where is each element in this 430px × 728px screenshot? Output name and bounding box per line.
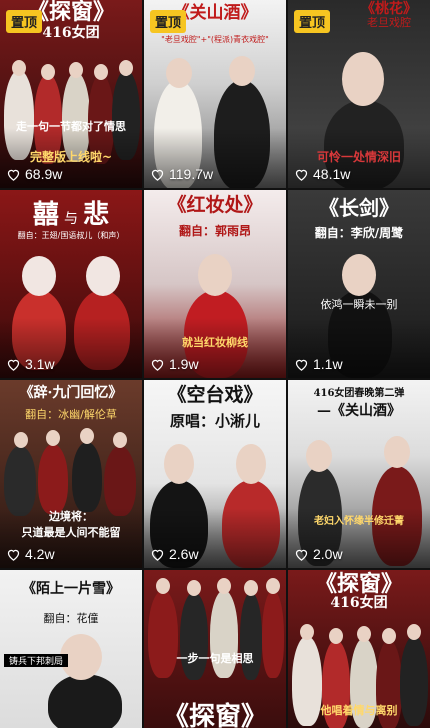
video-tile-10[interactable]: 《陌上一片雪》 翻自：花僮 铸兵下邦刺局 <box>0 570 142 728</box>
pinned-badge: 置顶 <box>150 10 187 33</box>
pinned-badge: 置顶 <box>6 10 43 33</box>
like-count: 4.2w <box>6 546 55 562</box>
tile-subtitle: —《关山酒》 <box>317 403 401 419</box>
tile-caption: 老妇入怀缘半修迁菁 <box>314 516 404 527</box>
tile-caption: 就当红妆柳线 <box>182 336 248 349</box>
tile-caption: 只道最是人间不能留 <box>21 526 121 539</box>
heart-icon <box>7 169 20 181</box>
tile-title: 《空台戏》 <box>167 384 263 406</box>
video-tile-4[interactable]: 囍 与 悲 翻自：王翅/国语叔儿（和声） 3.1w <box>0 190 142 378</box>
tile-caption: 可怜一处情深旧 <box>316 150 401 164</box>
video-tile-1[interactable]: 置顶 《探窗》 416女团 走一句一节都对了情思 完整版上线啦~ 68.9w <box>0 0 142 188</box>
video-grid: 置顶 《探窗》 416女团 走一句一节都对了情思 完整版上线啦~ 68.9w 置… <box>0 0 430 728</box>
like-count: 3.1w <box>6 356 55 372</box>
heart-icon <box>151 549 164 561</box>
tile-title: 《红妆处》 <box>167 194 263 216</box>
heart-icon <box>295 549 308 561</box>
tile-subtitle: "老旦戏腔"+"(程派)青衣戏腔" <box>161 35 269 44</box>
like-count-value: 2.6w <box>169 546 199 562</box>
tile-subtitle: 原唱：小淅儿 <box>169 412 260 430</box>
like-count: 119.7w <box>150 166 213 182</box>
video-tile-5[interactable]: 《红妆处》 翻自：郭雨昂 就当红妆柳线 1.9w <box>144 190 286 378</box>
like-count: 1.1w <box>294 356 343 372</box>
tile-subtitle: 翻自：王翅/国语叔儿（和声） <box>17 231 125 240</box>
tile-subtitle: 翻自：花僮 <box>43 612 99 625</box>
tile-subtitle: 416女团 <box>330 595 388 611</box>
heart-icon <box>151 169 164 181</box>
tile-caption: 走一句一节都对了情思 <box>16 120 126 133</box>
tile-title: 囍 <box>32 200 59 230</box>
tile-subtitle: 《探窗》 <box>162 702 267 728</box>
tile-caption: 他唱着情与离别 <box>320 704 398 717</box>
tile-caption: 铸兵下邦刺局 <box>4 654 68 667</box>
like-count: 48.1w <box>294 166 350 182</box>
tile-title-joiner: 与 <box>64 211 78 227</box>
tile-title: 《辞·九门回忆》 <box>19 385 123 401</box>
like-count: 68.9w <box>6 166 62 182</box>
like-count-value: 3.1w <box>25 356 55 372</box>
heart-icon <box>7 359 20 371</box>
tile-subtitle: 老旦戏腔 <box>367 16 411 29</box>
tile-title: 一步一句是相思 <box>176 652 254 665</box>
pinned-badge: 置顶 <box>294 10 331 33</box>
video-tile-9[interactable]: 416女团春晚第二弹 —《关山酒》 老妇入怀缘半修迁菁 2.0w <box>288 380 430 568</box>
tile-caption: 边境将： <box>49 510 93 523</box>
heart-icon <box>7 549 20 561</box>
video-tile-8[interactable]: 《空台戏》 原唱：小淅儿 2.6w <box>144 380 286 568</box>
video-tile-11[interactable]: 一步一句是相思 《探窗》 <box>144 570 286 728</box>
like-count-value: 68.9w <box>25 166 63 182</box>
tile-subtitle: 翻自：李欣/周鹭 <box>314 226 404 240</box>
like-count-value: 4.2w <box>25 546 55 562</box>
heart-icon <box>295 359 308 371</box>
heart-icon <box>151 359 164 371</box>
like-count-value: 48.1w <box>313 166 351 182</box>
like-count-value: 119.7w <box>169 166 214 182</box>
video-tile-6[interactable]: 《长剑》 翻自：李欣/周鹭 依鸿一瞬未一别 1.1w <box>288 190 430 378</box>
tile-subtitle: 翻自：冰幽/解伦草 <box>25 408 117 421</box>
tile-caption: 依鸿一瞬未一别 <box>320 298 398 311</box>
like-count: 1.9w <box>150 356 199 372</box>
video-tile-12[interactable]: 《探窗》 416女团 他唱着情与离别 <box>288 570 430 728</box>
tile-title: 416女团春晚第二弹 <box>313 388 405 399</box>
heart-icon <box>295 169 308 181</box>
tile-title: 《陌上一片雪》 <box>22 581 120 597</box>
tile-title: 《长剑》 <box>319 196 399 220</box>
like-count: 2.0w <box>294 546 343 562</box>
like-count: 2.6w <box>150 546 199 562</box>
like-count-value: 2.0w <box>313 546 343 562</box>
like-count-value: 1.1w <box>313 356 343 372</box>
tile-subtitle: 翻自：郭雨昂 <box>178 224 251 238</box>
video-tile-7[interactable]: 《辞·九门回忆》 翻自：冰幽/解伦草 边境将： 只道最是人间不能留 4.2w <box>0 380 142 568</box>
like-count-value: 1.9w <box>169 356 199 372</box>
video-tile-2[interactable]: 置顶 《关山酒》 "老旦戏腔"+"(程派)青衣戏腔" 119.7w <box>144 0 286 188</box>
video-tile-3[interactable]: 置顶 《桃花》 老旦戏腔 可怜一处情深旧 48.1w <box>288 0 430 188</box>
tile-caption: 完整版上线啦~ <box>29 150 113 164</box>
tile-title-2: 悲 <box>83 200 110 230</box>
